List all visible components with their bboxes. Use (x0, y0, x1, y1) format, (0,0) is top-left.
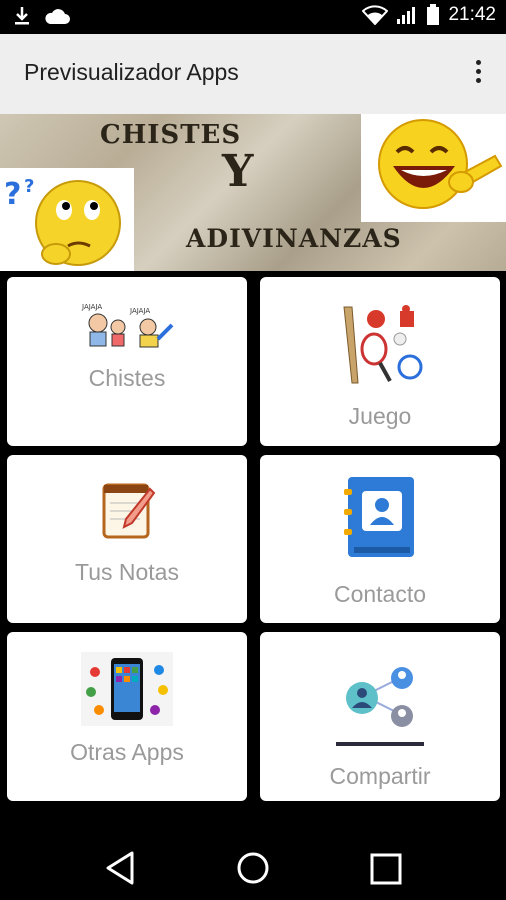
banner-line3: ADIVINANZAS (186, 224, 402, 253)
menu-grid: JAJAJA JAJAJA Chistes Juego Tus Notas Co… (0, 271, 506, 811)
home-icon[interactable] (235, 850, 271, 886)
card-label-juego: Juego (348, 403, 412, 429)
clock: 21:42 (448, 4, 496, 25)
notepad-pencil-icon (102, 483, 156, 539)
status-bar: 21:42 (0, 0, 506, 34)
card-label-chistes: Chistes (88, 365, 166, 391)
menu-card-juego[interactable]: Juego (260, 277, 500, 446)
svg-text:JAJAJA: JAJAJA (129, 307, 150, 315)
menu-card-tus-notas[interactable]: Tus Notas (7, 455, 247, 623)
banner-image: ? ? CHISTES Y ADIVINANZAS (0, 114, 506, 271)
svg-text:?: ? (24, 176, 34, 197)
laughing-people-icon: JAJAJA JAJAJA (81, 303, 174, 348)
app-bar: Previsualizador Apps (0, 34, 506, 114)
card-label-compartir: Compartir (329, 763, 431, 789)
cloud-icon (45, 9, 70, 24)
thinking-emoji-icon: ? ? (0, 168, 134, 271)
recents-icon[interactable] (369, 852, 403, 886)
signal-icon (397, 7, 416, 24)
banner-line1: CHISTES (100, 120, 242, 150)
menu-card-otras-apps[interactable]: Otras Apps (7, 632, 247, 801)
contact-book-icon (344, 477, 414, 557)
more-vert-icon[interactable] (468, 60, 488, 90)
banner-line2: Y (222, 146, 255, 197)
back-icon[interactable] (104, 850, 136, 886)
menu-card-contacto[interactable]: Contacto (260, 455, 500, 623)
svg-text:?: ? (4, 177, 21, 212)
laughing-emoji-icon (361, 114, 506, 222)
navigation-bar (0, 810, 506, 900)
svg-text:JAJAJA: JAJAJA (81, 303, 102, 311)
menu-card-compartir[interactable]: Compartir (260, 632, 500, 801)
sports-equipment-icon (343, 305, 423, 384)
card-label-contacto: Contacto (333, 581, 427, 607)
card-label-otras-apps: Otras Apps (70, 739, 184, 765)
app-title: Previsualizador Apps (24, 59, 239, 85)
share-network-icon (336, 667, 424, 746)
download-icon (15, 7, 29, 25)
battery-icon (427, 4, 440, 25)
smartphone-apps-icon (81, 652, 173, 726)
wifi-icon (362, 5, 389, 25)
card-label-tus-notas: Tus Notas (75, 559, 179, 585)
menu-card-chistes[interactable]: JAJAJA JAJAJA Chistes (7, 277, 247, 446)
